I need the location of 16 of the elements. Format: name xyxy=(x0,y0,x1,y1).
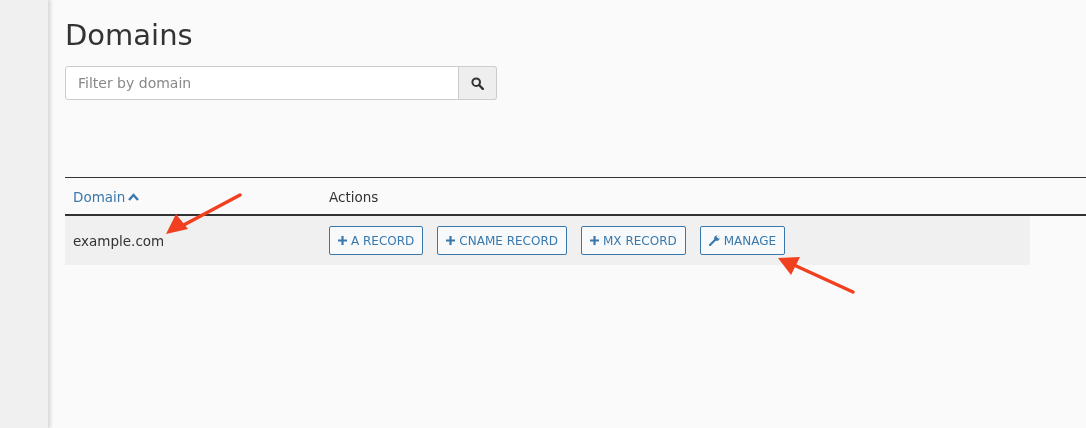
filter-field[interactable]: Filter by domain xyxy=(65,66,459,100)
search-icon xyxy=(471,76,484,90)
search-button[interactable] xyxy=(459,66,497,100)
domain-name: example.com xyxy=(73,232,165,249)
sort-ascending-icon xyxy=(128,192,140,201)
plus-icon xyxy=(446,236,456,245)
add-record-button[interactable]: MX RECORD xyxy=(581,226,686,255)
manage-button[interactable]: MANAGE xyxy=(699,226,786,255)
add-record-button[interactable]: CNAME RECORD xyxy=(437,226,567,255)
wrench-icon xyxy=(708,235,720,246)
sort-link[interactable]: Domain xyxy=(73,188,126,205)
plus-icon xyxy=(338,236,347,245)
plus-icon xyxy=(590,236,599,245)
page-title: Domains xyxy=(65,18,194,52)
column-header: Actions xyxy=(329,188,379,205)
add-record-button[interactable]: A RECORD xyxy=(329,226,424,255)
